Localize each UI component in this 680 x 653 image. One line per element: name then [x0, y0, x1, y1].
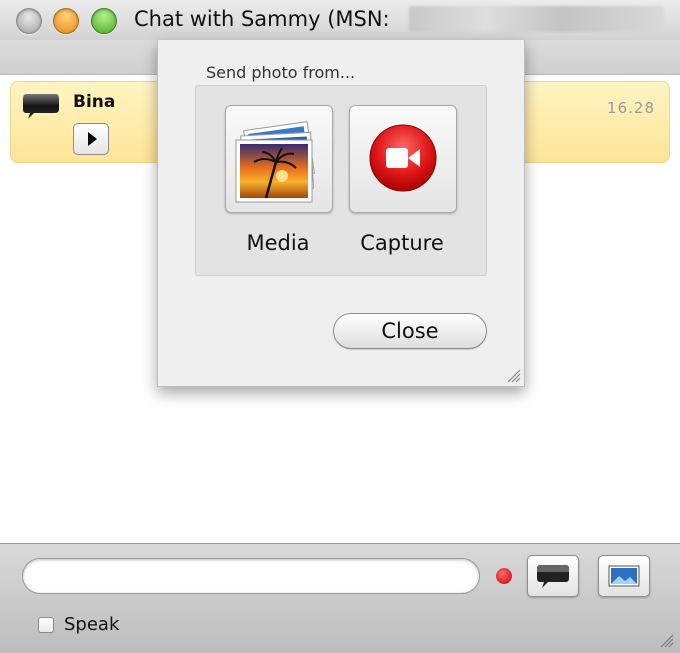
- speech-bubble-icon: [537, 565, 569, 588]
- status-dot-icon: [496, 568, 512, 584]
- window-title: Chat with Sammy (MSN:: [134, 7, 390, 31]
- photo-stack-icon: [235, 121, 315, 203]
- capture-label: Capture: [360, 231, 444, 255]
- play-icon: [88, 132, 97, 146]
- popover-heading: Send photo from...: [206, 63, 356, 82]
- title-bar[interactable]: Chat with Sammy (MSN:: [0, 0, 680, 41]
- chat-window: Chat with Sammy (MSN: Bina 16.28 Send ph…: [0, 0, 680, 653]
- resize-grip-icon[interactable]: [503, 365, 521, 383]
- speak-option[interactable]: Speak: [38, 614, 119, 635]
- window-resize-grip-icon[interactable]: [656, 630, 674, 648]
- message-sender: Bina: [73, 92, 116, 112]
- speak-checkbox[interactable]: [38, 616, 54, 633]
- send-message-button[interactable]: [527, 555, 579, 597]
- window-minimize-button[interactable]: [53, 8, 79, 34]
- message-time: 16.28: [607, 99, 655, 117]
- send-photo-button[interactable]: [598, 555, 650, 597]
- capture-button[interactable]: [349, 105, 457, 213]
- redacted-contact-address: [409, 6, 664, 32]
- media-label: Media: [246, 231, 310, 255]
- message-input[interactable]: [22, 558, 480, 594]
- photo-source-group: Media Capture: [195, 85, 487, 276]
- speech-bubble-avatar-icon: [23, 94, 59, 119]
- video-camera-icon: [369, 124, 437, 192]
- close-button[interactable]: Close: [333, 313, 487, 349]
- window-close-button[interactable]: [16, 8, 42, 34]
- compose-bar: Speak: [0, 543, 680, 653]
- media-button[interactable]: [225, 105, 333, 213]
- play-button[interactable]: [73, 123, 109, 155]
- window-zoom-button[interactable]: [91, 8, 117, 34]
- photo-icon: [608, 565, 640, 587]
- speak-label[interactable]: Speak: [64, 614, 119, 635]
- send-photo-popover: Send photo from... Media Capture Close: [157, 40, 525, 387]
